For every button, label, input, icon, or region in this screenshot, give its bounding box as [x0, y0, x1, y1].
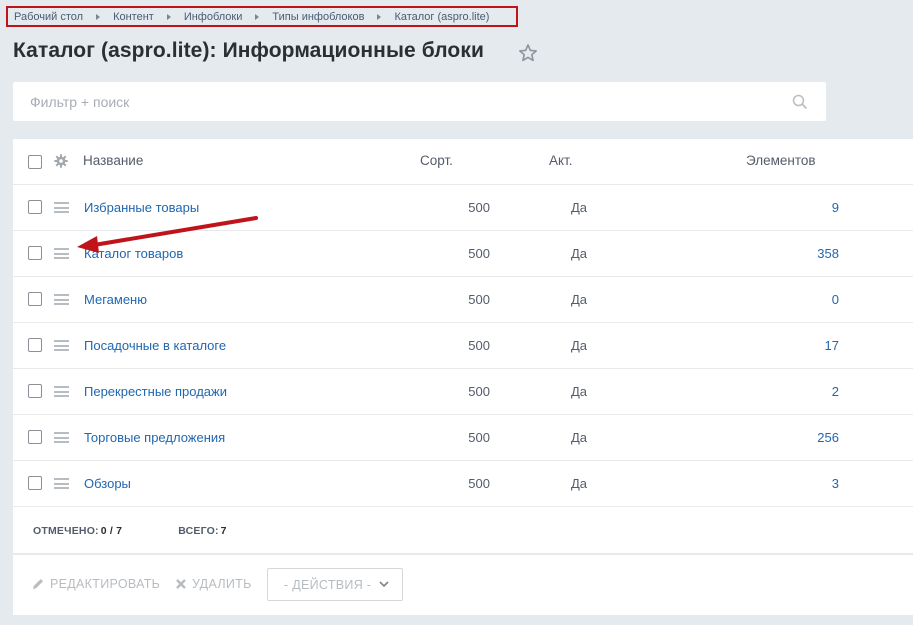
iblock-name-link[interactable]: Мегаменю [84, 292, 147, 307]
drag-handle-icon[interactable] [54, 478, 69, 489]
chevron-right-icon [166, 13, 171, 20]
sort-value: 500 [468, 338, 490, 353]
row-checkbox[interactable] [28, 200, 42, 214]
pencil-icon [33, 579, 43, 589]
page-title: Каталог (aspro.lite): Информационные бло… [13, 39, 484, 62]
breadcrumb-item-desktop[interactable]: Рабочий стол [14, 11, 83, 23]
edit-button-label: РЕДАКТИРОВАТЬ [50, 577, 161, 591]
elements-count-link[interactable]: 2 [773, 384, 839, 399]
sort-value: 500 [468, 292, 490, 307]
breadcrumb-item-content[interactable]: Контент [113, 11, 154, 23]
table-row: Мегаменю 500 Да 0 [13, 277, 913, 323]
row-checkbox[interactable] [28, 476, 42, 490]
sort-value: 500 [468, 430, 490, 445]
table-row: Каталог товаров 500 Да 358 [13, 231, 913, 277]
breadcrumb: Рабочий стол Контент Инфоблоки Типы инфо… [6, 6, 518, 27]
chevron-right-icon [377, 13, 382, 20]
chevron-right-icon [255, 13, 260, 20]
table-footer-stats: ОТМЕЧЕНО: 0 / 7 ВСЕГО: 7 [33, 525, 227, 537]
group-actions-panel: РЕДАКТИРОВАТЬ УДАЛИТЬ - ДЕЙСТВИЯ - [13, 555, 913, 615]
sort-value: 500 [468, 384, 490, 399]
active-value: Да [571, 338, 588, 353]
column-header-elements[interactable]: Элементов [746, 153, 816, 168]
actions-dropdown[interactable]: - ДЕЙСТВИЯ - [267, 568, 403, 601]
actions-dropdown-value: - ДЕЙСТВИЯ - [284, 577, 372, 592]
iblock-name-link[interactable]: Торговые предложения [84, 430, 225, 445]
gear-icon[interactable] [54, 154, 68, 168]
iblock-name-link[interactable]: Каталог товаров [84, 246, 183, 261]
elements-count-link[interactable]: 3 [773, 476, 839, 491]
drag-handle-icon[interactable] [54, 386, 69, 397]
active-value: Да [571, 384, 588, 399]
column-header-active[interactable]: Акт. [549, 153, 573, 168]
row-checkbox[interactable] [28, 246, 42, 260]
table-row: Посадочные в каталоге 500 Да 17 [13, 323, 913, 369]
column-header-sort[interactable]: Сорт. [420, 153, 453, 168]
column-header-name[interactable]: Название [83, 153, 143, 168]
filter-search-input[interactable] [13, 82, 826, 121]
iblock-name-link[interactable]: Обзоры [84, 476, 131, 491]
sort-value: 500 [468, 200, 490, 215]
sort-value: 500 [468, 246, 490, 261]
chevron-down-icon [379, 581, 389, 588]
iblock-name-link[interactable]: Перекрестные продажи [84, 384, 227, 399]
iblock-name-link[interactable]: Избранные товары [84, 200, 199, 215]
breadcrumb-item-iblocks[interactable]: Инфоблоки [184, 11, 243, 23]
elements-count-link[interactable]: 358 [773, 246, 839, 261]
selected-count-label: ОТМЕЧЕНО: [33, 525, 99, 537]
breadcrumb-item-iblock-types[interactable]: Типы инфоблоков [272, 11, 364, 23]
elements-count-link[interactable]: 17 [773, 338, 839, 353]
delete-button[interactable]: УДАЛИТЬ [175, 577, 252, 591]
select-all-checkbox[interactable] [28, 155, 42, 169]
edit-button[interactable]: РЕДАКТИРОВАТЬ [31, 577, 160, 591]
drag-handle-icon[interactable] [54, 294, 69, 305]
row-checkbox[interactable] [28, 292, 42, 306]
row-checkbox[interactable] [28, 338, 42, 352]
sort-value: 500 [468, 476, 490, 491]
row-checkbox[interactable] [28, 430, 42, 444]
filter-search-box [13, 82, 826, 121]
table-row: Перекрестные продажи 500 Да 2 [13, 369, 913, 415]
active-value: Да [571, 292, 588, 307]
active-value: Да [571, 246, 588, 261]
elements-count-link[interactable]: 9 [773, 200, 839, 215]
drag-handle-icon[interactable] [54, 202, 69, 213]
table-header-row: Название Сорт. Акт. Элементов [13, 139, 913, 185]
elements-count-link[interactable]: 0 [773, 292, 839, 307]
drag-handle-icon[interactable] [54, 432, 69, 443]
active-value: Да [571, 476, 588, 491]
elements-count-link[interactable]: 256 [773, 430, 839, 445]
chevron-right-icon [96, 13, 101, 20]
delete-button-label: УДАЛИТЬ [192, 577, 252, 591]
iblock-name-link[interactable]: Посадочные в каталоге [84, 338, 226, 353]
row-checkbox[interactable] [28, 384, 42, 398]
table-row: Торговые предложения 500 Да 256 [13, 415, 913, 461]
iblocks-table: Название Сорт. Акт. Элементов Избранные … [13, 139, 913, 553]
breadcrumb-item-catalog[interactable]: Каталог (aspro.lite) [394, 11, 489, 23]
total-count-value: 7 [220, 525, 227, 537]
total-count-label: ВСЕГО: [178, 525, 219, 537]
table-row: Избранные товары 500 Да 9 [13, 185, 913, 231]
drag-handle-icon[interactable] [54, 340, 69, 351]
active-value: Да [571, 430, 588, 445]
table-row: Обзоры 500 Да 3 [13, 461, 913, 507]
selected-count-value: 0 / 7 [100, 525, 123, 537]
star-icon[interactable] [518, 43, 538, 63]
search-icon[interactable] [792, 94, 808, 110]
active-value: Да [571, 200, 588, 215]
drag-handle-icon[interactable] [54, 248, 69, 259]
close-icon [176, 579, 186, 589]
